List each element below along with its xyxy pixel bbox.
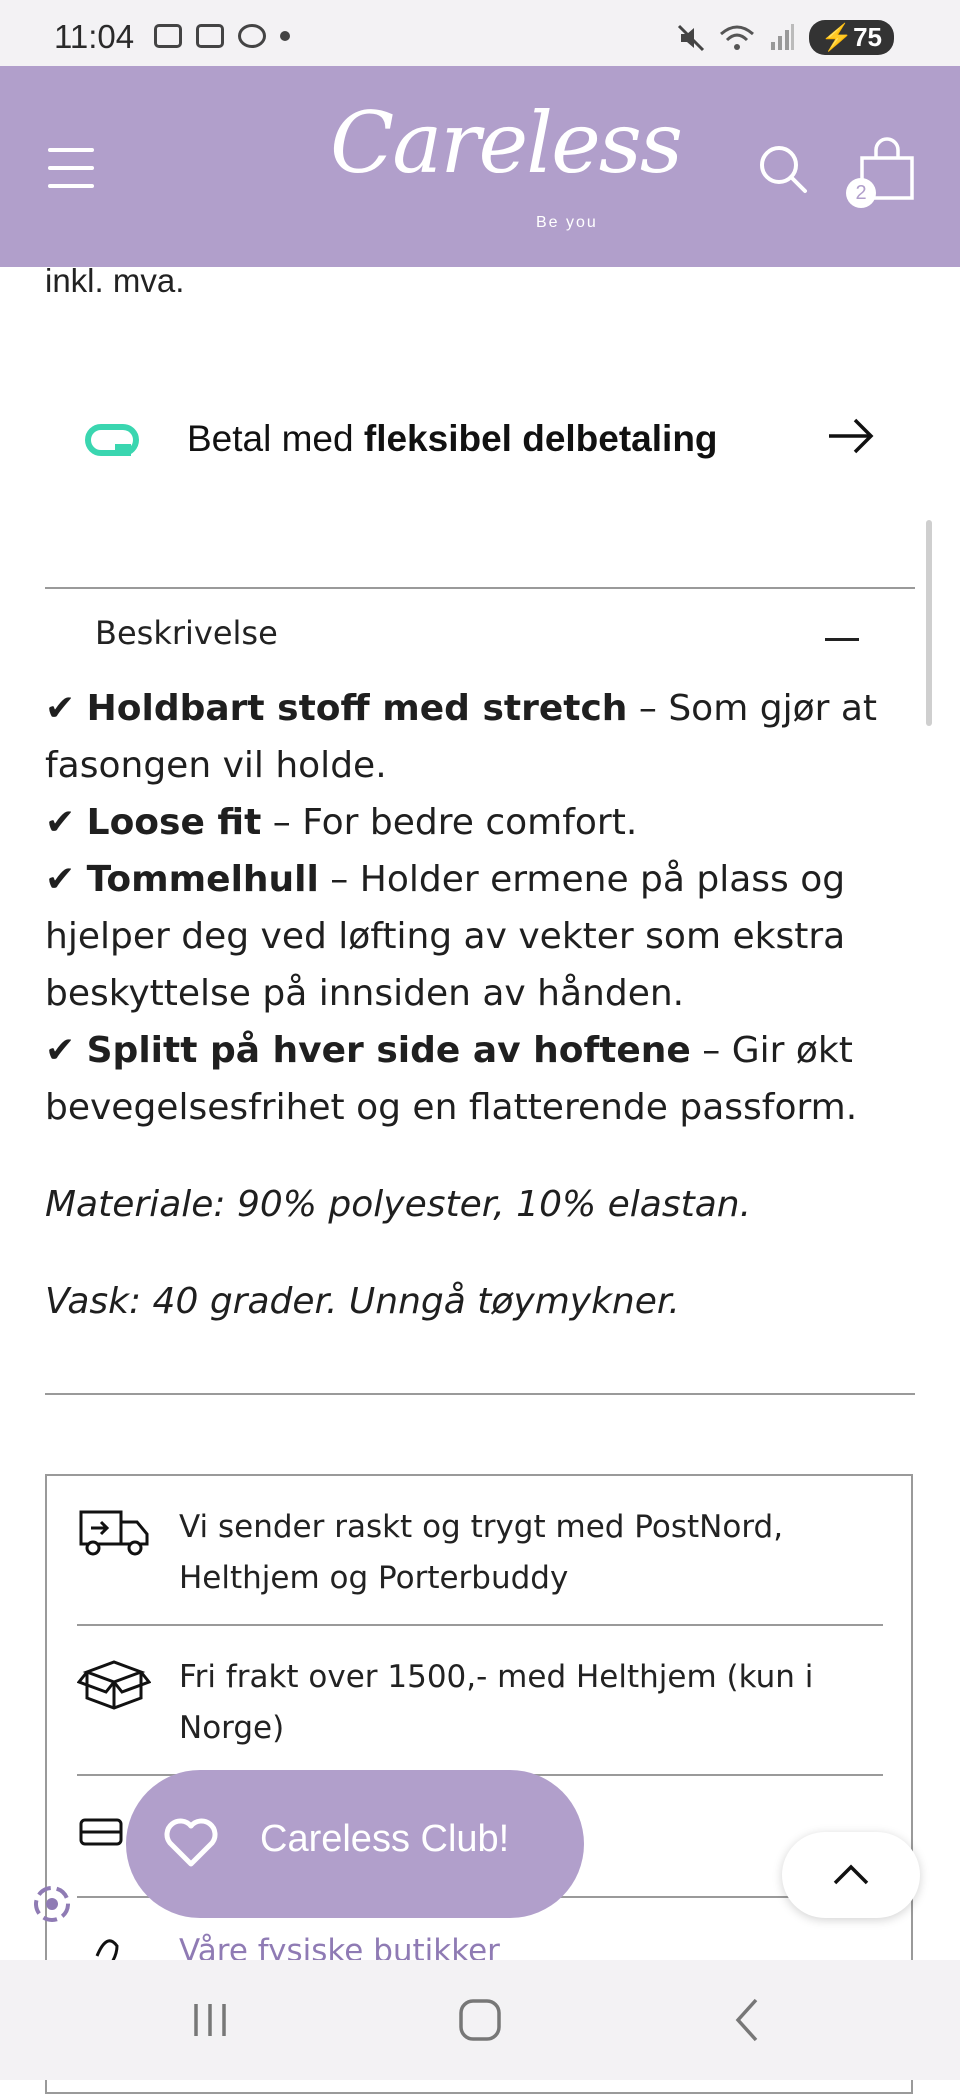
system-navigation-bar xyxy=(0,1960,960,2080)
payment-label: Betal med fleksibel delbetaling xyxy=(187,418,718,460)
layers-icon xyxy=(196,24,224,48)
check-icon: ✔ xyxy=(45,1030,76,1071)
divider xyxy=(45,587,915,589)
cart-count-badge: 2 xyxy=(846,178,876,208)
payment-provider-logo xyxy=(85,424,139,456)
material-info: Materiale: 90% polyester, 10% elastan. xyxy=(45,1184,752,1225)
feature-text: – For bedre comfort. xyxy=(261,802,638,843)
page-scrollbar[interactable] xyxy=(926,520,932,726)
delivery-truck-icon xyxy=(79,1510,149,1556)
feature-title: Splitt på hver side av hoftene xyxy=(86,1030,691,1071)
signal-icon xyxy=(770,23,794,50)
feature-title: Tommelhull xyxy=(86,859,319,900)
logo-tagline: Be you xyxy=(536,214,598,231)
feature-item: ✔ Tommelhull – Holder ermene på plass og… xyxy=(45,851,925,1022)
battery-level: 75 xyxy=(853,22,882,52)
payment-bold-text: fleksibel delbetaling xyxy=(363,418,718,459)
accordion-title: Beskrivelse xyxy=(95,614,278,652)
battery-indicator: ⚡75 xyxy=(808,20,894,55)
feature-item: ✔ Holdbart stoff med stretch – Som gjør … xyxy=(45,680,925,794)
logo-wordmark: Careless xyxy=(330,94,683,192)
shipping-text: Vi sender raskt og trygt med PostNord, H… xyxy=(179,1509,784,1596)
status-time: 11:04 xyxy=(54,18,135,55)
recent-apps-icon[interactable] xyxy=(180,1990,240,2050)
package-box-icon xyxy=(77,1660,151,1710)
chevron-up-icon xyxy=(833,1864,869,1885)
wifi-icon xyxy=(719,25,754,50)
brand-logo[interactable]: Careless Be you xyxy=(330,86,683,256)
cart-button[interactable]: 2 xyxy=(846,136,916,208)
check-icon: ✔ xyxy=(45,688,76,729)
status-bar: 11:04 ⚡75 xyxy=(0,0,960,66)
search-icon[interactable] xyxy=(758,144,808,194)
more-notifications-icon xyxy=(280,31,290,41)
payment-prefix: Betal med xyxy=(187,418,364,459)
scroll-to-top-button[interactable] xyxy=(782,1832,920,1918)
home-icon[interactable] xyxy=(450,1990,510,2050)
accessibility-icon[interactable] xyxy=(30,1882,74,1926)
screenshot-icon xyxy=(154,24,182,48)
chat-icon xyxy=(238,24,266,48)
wash-info: Vask: 40 grader. Unngå tøymykner. xyxy=(45,1281,680,1322)
club-button-label: Careless Club! xyxy=(260,1818,510,1860)
arrow-right-icon xyxy=(829,418,874,454)
check-icon: ✔ xyxy=(45,802,76,843)
free-shipping-text: Fri frakt over 1500,- med Helthjem (kun … xyxy=(179,1659,814,1746)
careless-club-button[interactable]: Careless Club! xyxy=(126,1770,584,1918)
collapse-icon xyxy=(825,638,859,641)
divider xyxy=(45,1393,915,1395)
mute-icon xyxy=(677,24,704,51)
description-accordion-toggle[interactable]: Beskrivelse xyxy=(45,590,915,680)
menu-icon[interactable] xyxy=(48,148,94,188)
status-right: ⚡75 xyxy=(677,20,894,55)
divider xyxy=(77,1624,883,1626)
site-header: Careless Be you 2 xyxy=(0,66,960,267)
check-icon: ✔ xyxy=(45,859,76,900)
feature-item: ✔ Splitt på hver side av hoftene – Gir ø… xyxy=(45,1022,925,1136)
heart-icon xyxy=(164,1818,218,1867)
product-description: ✔ Holdbart stoff med stretch – Som gjør … xyxy=(45,680,925,1330)
price-vat-note: inkl. mva. xyxy=(45,262,185,299)
feature-title: Holdbart stoff med stretch xyxy=(86,688,628,729)
feature-title: Loose fit xyxy=(86,802,262,843)
back-icon[interactable] xyxy=(718,1990,778,2050)
feature-item: ✔ Loose fit – For bedre comfort. xyxy=(45,794,925,851)
notification-icons xyxy=(154,24,290,48)
installment-payment-link[interactable]: Betal med fleksibel delbetaling xyxy=(45,390,915,490)
